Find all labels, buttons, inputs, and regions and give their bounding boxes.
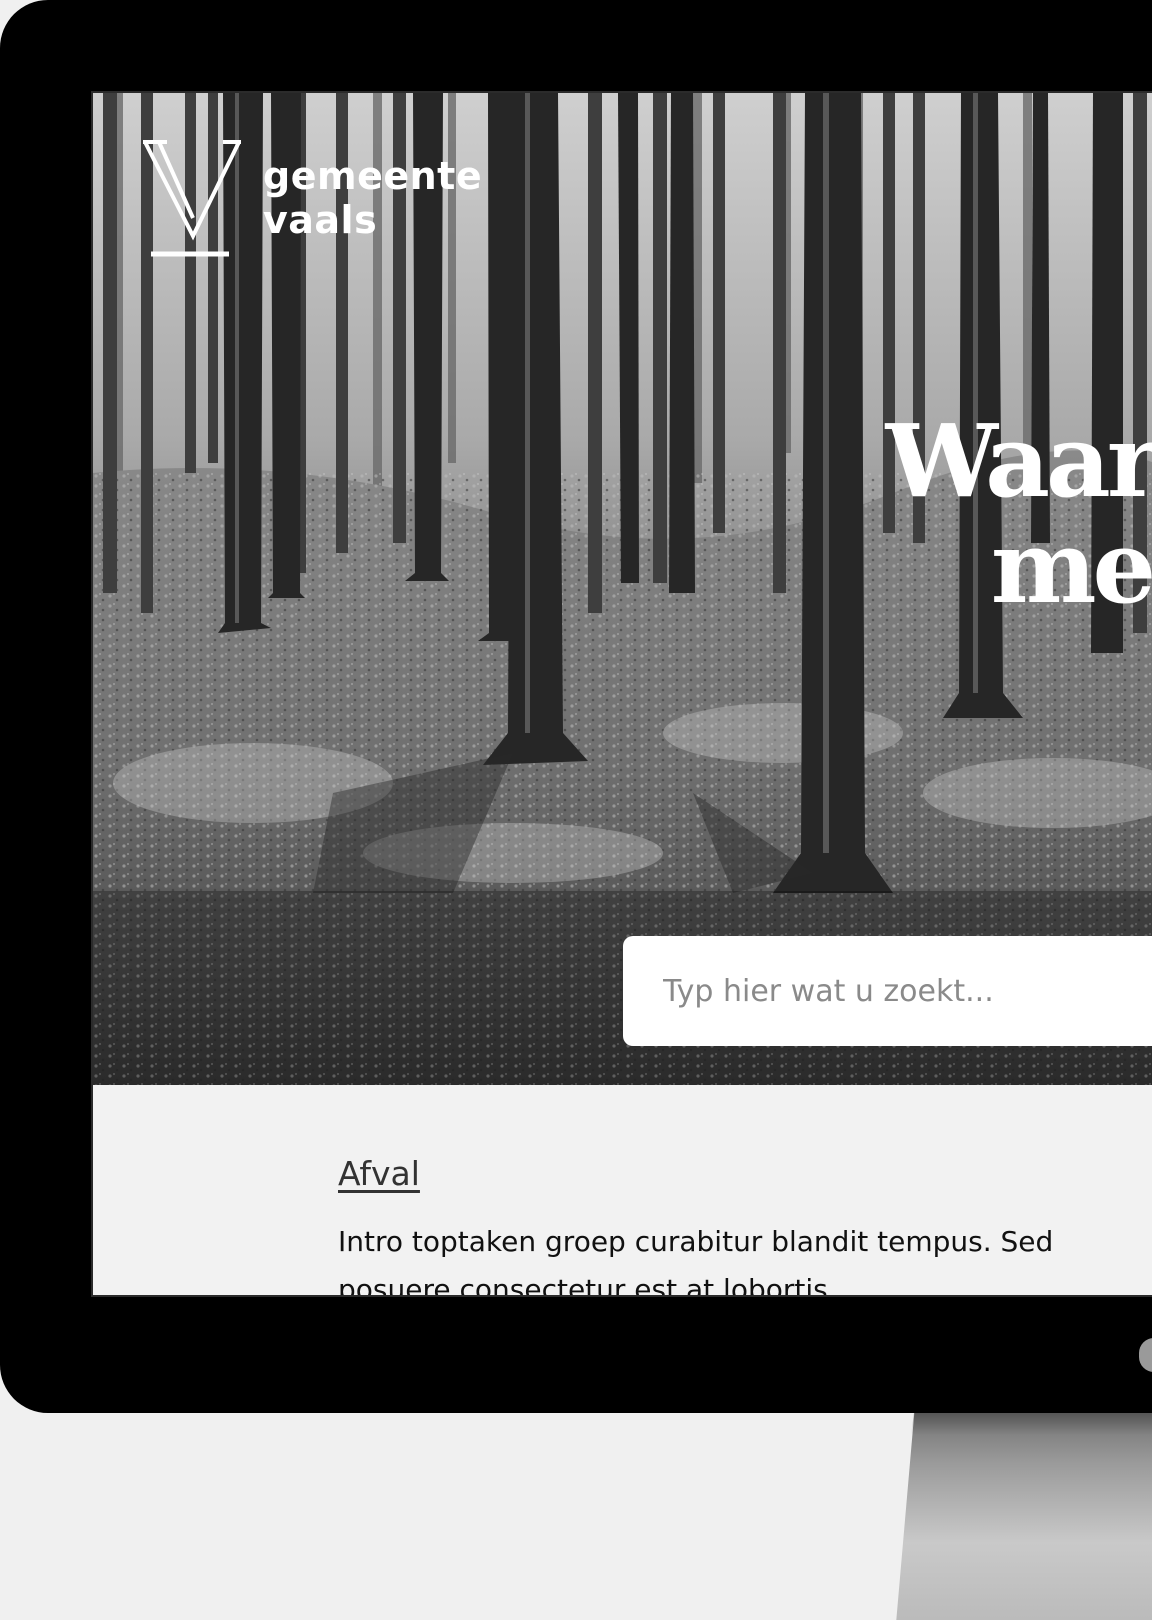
scene: gemeente vaals Waar ku mee h Afval Intro… <box>0 0 1152 1620</box>
hero-banner: gemeente vaals Waar ku mee h <box>93 93 1152 1085</box>
logo-line-gemeente: gemeente <box>263 154 483 198</box>
toptaken-section: Afval Intro toptaken groep curabitur bla… <box>93 1085 1152 1295</box>
logo-wordmark: gemeente vaals <box>263 154 482 242</box>
hero-headline: Waar ku mee h <box>753 408 1152 620</box>
stand-shadow <box>911 1405 1152 1435</box>
search-input[interactable] <box>623 936 1152 1046</box>
power-indicator <box>1139 1338 1152 1372</box>
gemeente-vaals-logo[interactable]: gemeente vaals <box>143 140 483 260</box>
v-logo-icon <box>143 140 241 257</box>
logo-line-vaals: vaals <box>263 198 378 242</box>
website-screen: gemeente vaals Waar ku mee h Afval Intro… <box>93 93 1152 1295</box>
toptask-link-afval[interactable]: Afval <box>338 1154 420 1193</box>
headline-line-2: mee h <box>990 508 1152 626</box>
monitor-stand <box>895 1405 1152 1620</box>
headline-line-1: Waar ku <box>885 402 1152 520</box>
toptask-intro-text: Intro toptaken groep curabitur blandit t… <box>338 1225 1054 1295</box>
search-box <box>623 936 1152 1046</box>
